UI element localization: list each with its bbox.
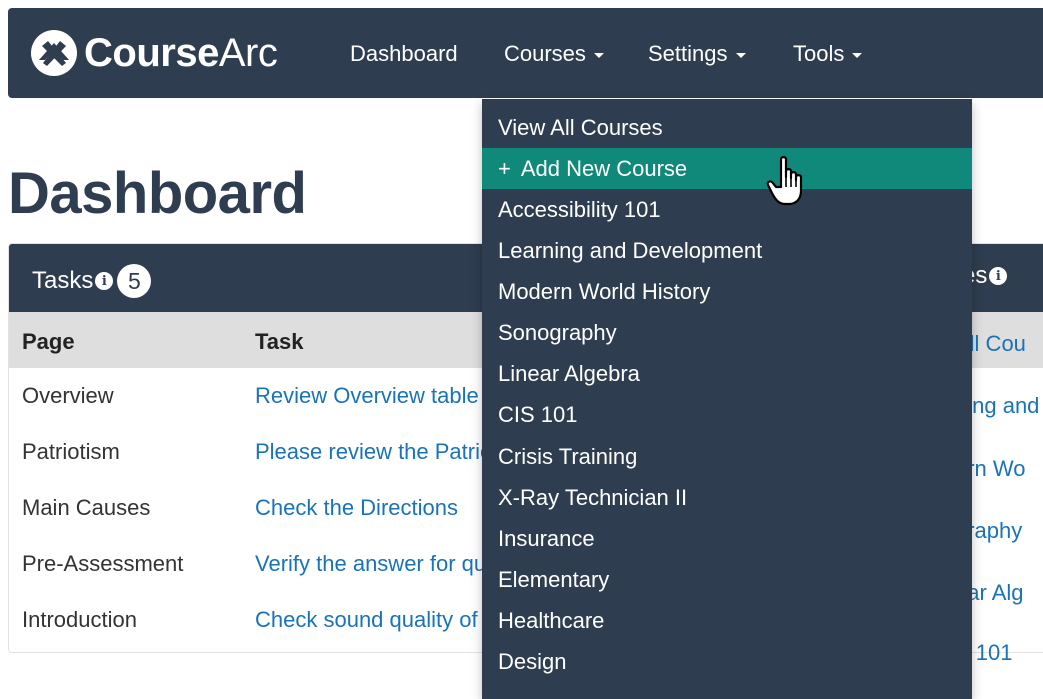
courses-dropdown-menu: View All Courses + Add New Course Accessi…: [482, 99, 972, 699]
brand-name: CourseArc: [84, 30, 278, 75]
nav-settings[interactable]: Settings: [648, 41, 746, 67]
task-page-cell: Overview: [22, 383, 114, 408]
menu-item-course[interactable]: Insurance: [482, 518, 972, 559]
menu-item-course[interactable]: Crisis Training: [482, 436, 972, 477]
brand-logo[interactable]: CourseArc: [30, 28, 278, 78]
nav-tools[interactable]: Tools: [793, 41, 863, 67]
task-link[interactable]: Check the Directions: [255, 495, 458, 521]
menu-item-course[interactable]: Accessibility 101: [482, 189, 972, 230]
task-page-cell: Main Causes: [22, 495, 151, 520]
task-page-cell: Pre-Assessment: [22, 551, 184, 576]
caret-down-icon: [735, 52, 746, 58]
hand-pointer-icon: [766, 156, 803, 206]
menu-item-course[interactable]: Learning and Development: [482, 230, 972, 271]
column-header-page: Page: [22, 329, 75, 354]
page-title: Dashboard: [8, 161, 307, 226]
task-link[interactable]: Verify the answer for qu: [255, 551, 486, 577]
info-icon[interactable]: i: [95, 272, 114, 290]
menu-item-course[interactable]: Sonography: [482, 312, 972, 353]
task-page-cell: Introduction: [22, 607, 137, 632]
menu-item-course[interactable]: Healthcare: [482, 600, 972, 641]
task-page-cell: Patriotism: [22, 439, 120, 464]
caret-down-icon: [593, 52, 604, 58]
plus-icon: +: [498, 156, 511, 181]
menu-item-course[interactable]: Design: [482, 641, 972, 682]
menu-item-course[interactable]: CIS 101: [482, 394, 972, 435]
top-navbar: CourseArc Dashboard Courses Settings Too…: [8, 8, 1043, 98]
nav-courses[interactable]: Courses: [504, 41, 604, 67]
tasks-title: Tasks i 5: [32, 264, 152, 298]
task-link[interactable]: Please review the Patrio: [255, 439, 492, 465]
menu-item-course[interactable]: Linear Algebra: [482, 353, 972, 394]
menu-item-view-all-courses[interactable]: View All Courses: [482, 107, 972, 148]
menu-item-course[interactable]: Modern World History: [482, 271, 972, 312]
task-link[interactable]: Review Overview table: [255, 383, 479, 409]
column-header-task: Task: [255, 329, 304, 354]
tasks-count-badge: 5: [117, 264, 152, 298]
tasks-title-text: Tasks: [32, 267, 94, 294]
caret-down-icon: [852, 52, 863, 58]
nav-dashboard[interactable]: Dashboard: [350, 41, 458, 67]
menu-item-add-new-course[interactable]: + Add New Course: [482, 148, 972, 189]
task-link[interactable]: Check sound quality of: [255, 607, 478, 633]
info-icon[interactable]: i: [989, 267, 1008, 285]
coursearc-logo-icon: [31, 30, 77, 76]
menu-item-course[interactable]: Elementary: [482, 559, 972, 600]
menu-item-course[interactable]: X-Ray Technician II: [482, 477, 972, 518]
